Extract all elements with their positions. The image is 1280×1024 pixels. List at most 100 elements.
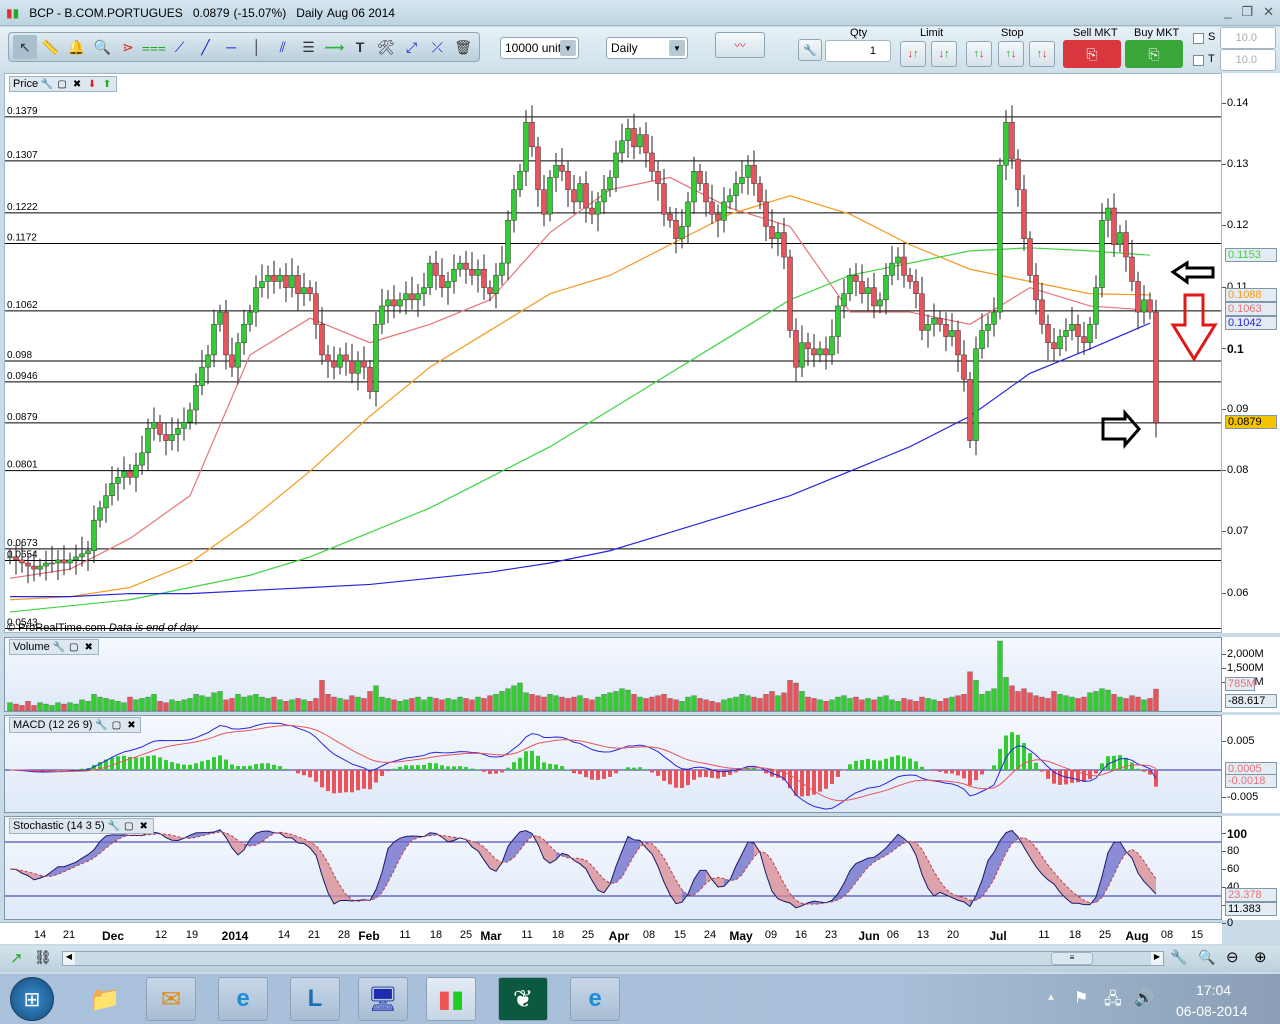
export-icon[interactable]: ↗ <box>10 949 23 967</box>
price-chart[interactable]: 0.1379 0.1307 0.1222 0.1172 0.1062 0.098 0.094… <box>5 74 1222 633</box>
parallel-lines-icon[interactable]: ⫽ <box>271 35 295 59</box>
alarm-bell-icon[interactable]: 🔔 <box>65 35 89 59</box>
price-axis[interactable]: 0.14 0.13 0.12 0.11 0.1 0.09 0.08 0.07 0.06 0.115… <box>1221 73 1280 633</box>
s-value-stepper[interactable]: 10.0 <box>1220 27 1276 49</box>
ruler-icon[interactable]: 📏 <box>39 35 63 59</box>
line-cross-icon[interactable]: ⤫ <box>425 35 449 59</box>
stochastic-panel[interactable]: Stochastic (14 3 5) 🔧 ▢ ✖ <box>4 816 1222 920</box>
horizontal-line-icon[interactable]: ─ <box>219 35 243 59</box>
wrench-icon[interactable]: 🔧 <box>41 78 53 90</box>
zoom-in-icon[interactable]: ⊕ <box>1254 948 1267 966</box>
wrench-icon[interactable]: 🔧 <box>95 719 107 731</box>
candle-body <box>955 330 961 356</box>
green-leaf-app-icon[interactable]: ❦ <box>498 977 548 1021</box>
link-candles-icon[interactable]: ⛓ <box>34 949 52 966</box>
close-icon[interactable]: ✖ <box>83 641 95 653</box>
buy-mkt-button[interactable]: ⎘ <box>1125 40 1183 68</box>
fibonacci-icon[interactable]: ☰ <box>297 35 321 59</box>
indicators-icon[interactable]: 〰 <box>715 32 765 58</box>
channel-icon[interactable]: ⩶ <box>142 35 166 59</box>
macd-panel[interactable]: MACD (12 26 9) 🔧 ▢ ✖ <box>4 715 1222 813</box>
t-value-stepper[interactable]: 10.0 <box>1220 49 1276 71</box>
candle-body <box>91 519 97 552</box>
macd-histogram-bar <box>830 770 834 784</box>
internet-explorer-icon[interactable]: e <box>218 977 268 1021</box>
units-select[interactable]: 10000 units ▼ <box>500 37 579 59</box>
limit-sell-button[interactable]: ↓ ↑ <box>900 41 926 67</box>
start-orb[interactable]: ⊞ <box>10 977 54 1021</box>
wrench-icon[interactable]: 🔧 <box>108 820 120 832</box>
sell-mkt-button[interactable]: ⎘ <box>1063 40 1121 68</box>
pointer-icon[interactable]: ↖ <box>13 35 37 59</box>
restore-button[interactable]: ❐ <box>1241 4 1253 20</box>
remote-terminal-icon[interactable]: 🖥 <box>358 977 408 1021</box>
qty-stepper[interactable]: 1 <box>825 40 891 62</box>
volume-bar <box>1063 695 1069 711</box>
timeframe-select[interactable]: Daily ▼ <box>606 37 688 59</box>
price-panel[interactable]: 0.1379 0.1307 0.1222 0.1172 0.1062 0.098 0.094… <box>4 73 1222 633</box>
volume-bar <box>403 699 409 711</box>
text-icon[interactable]: T <box>348 35 372 59</box>
tools-icon[interactable]: 🛠 <box>374 35 398 59</box>
network-icon[interactable]: 🖧 <box>1104 988 1122 1015</box>
lync-icon[interactable]: L <box>290 977 340 1021</box>
candle <box>295 265 301 311</box>
volume-bar <box>955 695 961 711</box>
outlook-icon[interactable]: ✉ <box>146 977 196 1021</box>
clock-date[interactable]: 06-08-2014 <box>1176 1003 1248 1019</box>
trash-icon[interactable]: 🗑 <box>451 35 475 59</box>
candle-body <box>205 354 211 368</box>
clock-time[interactable]: 17:04 <box>1196 982 1231 998</box>
auto-zoom-icon[interactable]: 🔍 <box>1198 949 1215 966</box>
scroll-left-button[interactable]: ◀ <box>63 952 75 965</box>
window-icon[interactable]: ▢ <box>68 641 80 653</box>
segment-icon[interactable]: ⟋ <box>168 35 192 59</box>
action-center-flag-icon[interactable]: ⚑ <box>1074 988 1088 1008</box>
s-value: 10.0 <box>1235 32 1257 44</box>
scrollbar-thumb[interactable]: ≡ <box>1051 952 1093 965</box>
stop-button-3[interactable]: ↑ ↓ <box>1029 41 1055 67</box>
close-button[interactable]: ✕ <box>1263 4 1274 20</box>
window-icon[interactable]: ▢ <box>56 78 68 90</box>
move-up-icon[interactable]: ⬆ <box>101 78 113 90</box>
point-icon[interactable]: ⤢ <box>400 35 424 59</box>
move-down-icon[interactable]: ⬇ <box>86 78 98 90</box>
limit-buy-button[interactable]: ↓ ↑ <box>931 41 957 67</box>
s-checkbox[interactable] <box>1193 33 1204 44</box>
close-icon[interactable]: ✖ <box>125 719 137 731</box>
file-explorer-icon[interactable]: 📁 <box>80 977 130 1021</box>
close-icon[interactable]: ✖ <box>138 820 150 832</box>
volume-panel[interactable]: Volume 🔧 ▢ ✖ <box>4 637 1222 712</box>
vertical-line-icon[interactable]: │ <box>245 35 269 59</box>
t-checkbox[interactable] <box>1193 55 1204 66</box>
candle-body <box>871 287 877 307</box>
stop-button-1[interactable]: ↑ ↓ <box>966 41 992 67</box>
horizontal-scrollbar[interactable]: ◀ ≡ ▶ <box>62 951 1164 966</box>
prorealtime-icon[interactable]: ▮ ▮ <box>426 977 476 1021</box>
wrench-icon[interactable]: 🔧 <box>52 641 64 653</box>
line-icon[interactable]: ╱ <box>194 35 218 59</box>
wrench-icon[interactable]: 🔧 <box>798 39 822 61</box>
window-icon[interactable]: ▢ <box>110 719 122 731</box>
volume-icon[interactable]: 🔊 <box>1134 988 1154 1008</box>
internet-explorer-2-icon[interactable]: e <box>570 977 620 1021</box>
fan-lines-icon[interactable]: ⋗ <box>116 35 140 59</box>
close-icon[interactable]: ✖ <box>71 78 83 90</box>
chart-settings-icon[interactable]: 🔧 <box>1170 949 1187 966</box>
macd-histogram-bar <box>464 767 468 770</box>
candle-body <box>739 177 745 184</box>
window-icon[interactable]: ▢ <box>123 820 135 832</box>
macd-histogram-bar <box>440 765 444 770</box>
stochastic-fill <box>52 866 58 877</box>
zoom-out-icon[interactable]: ⊖ <box>1226 948 1239 966</box>
zoom-magnifier-icon[interactable]: 🔍 <box>90 35 114 59</box>
volume-bar <box>685 696 691 711</box>
stop-button-2[interactable]: ↑ ↓ <box>998 41 1024 67</box>
scroll-right-button[interactable]: ▶ <box>1151 952 1163 965</box>
volume-bar <box>1147 698 1153 711</box>
trend-channel-icon[interactable]: ⟿ <box>322 35 346 59</box>
volume-bar <box>535 695 541 711</box>
macd-histogram-bar <box>908 758 912 770</box>
show-hidden-icons[interactable]: ▲ <box>1046 992 1056 1003</box>
minimize-button[interactable]: _ <box>1224 4 1231 20</box>
